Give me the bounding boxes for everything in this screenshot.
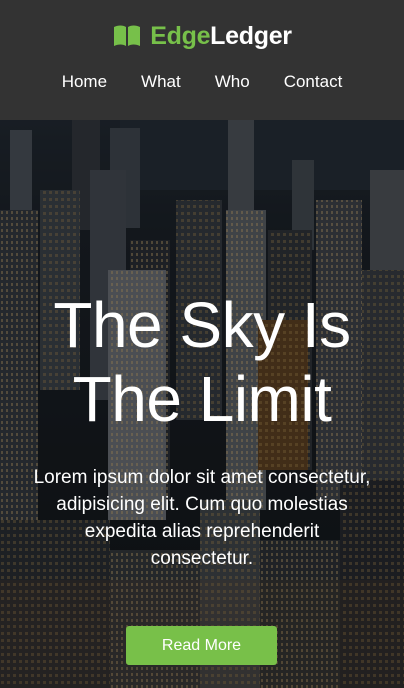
- read-more-button[interactable]: Read More: [126, 626, 277, 665]
- nav-contact[interactable]: Contact: [267, 70, 360, 94]
- hero-section: The Sky Is The Limit Lorem ipsum dolor s…: [0, 120, 404, 688]
- open-book-icon: [112, 24, 142, 48]
- hero-title-line-2: The Limit: [72, 363, 332, 435]
- brand-logo[interactable]: EdgeLedger: [0, 20, 404, 52]
- brand-name: EdgeLedger: [150, 20, 292, 52]
- nav-what[interactable]: What: [124, 70, 198, 94]
- hero-description: Lorem ipsum dolor sit amet consectetur, …: [33, 467, 371, 569]
- hero-title-line-1: The Sky Is: [53, 289, 351, 361]
- nav-who[interactable]: Who: [198, 70, 267, 94]
- brand-name-accent: Edge: [150, 22, 211, 50]
- brand-name-rest: Ledger: [210, 22, 292, 50]
- nav-home[interactable]: Home: [45, 70, 124, 94]
- hero-title: The Sky Is The Limit: [0, 288, 404, 436]
- main-nav: Home What Who Contact: [0, 70, 404, 94]
- site-header: EdgeLedger Home What Who Contact: [0, 0, 404, 120]
